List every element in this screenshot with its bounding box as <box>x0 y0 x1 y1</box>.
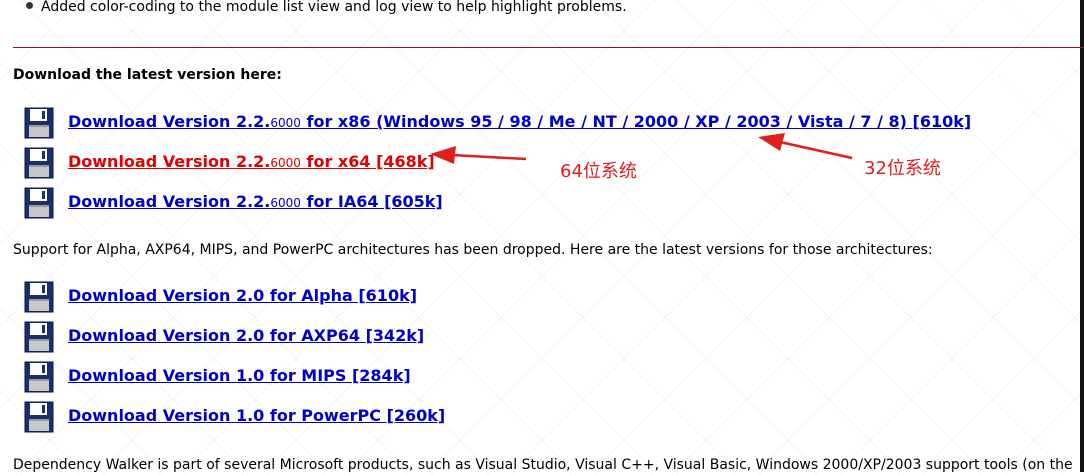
floppy-disk-icon <box>24 401 54 433</box>
annotation-arrowhead-x86 <box>758 133 785 151</box>
floppy-disk-icon <box>24 361 54 393</box>
version-suffix: for x86 (Windows 95 / 98 / Me / NT / 200… <box>300 112 972 131</box>
download-link-ia64[interactable]: Download Version 2.2.6000 for IA64 [605k… <box>68 192 443 213</box>
changelog-bullet: Added color-coding to the module list vi… <box>26 0 627 17</box>
version-build: 6000 <box>270 196 301 210</box>
annotation-label-x86: 32位系统 <box>864 158 941 179</box>
version-prefix: Download Version 2.2. <box>68 152 271 171</box>
version-prefix: Download Version 2.2. <box>68 112 271 131</box>
bullet-icon <box>26 2 33 9</box>
annotation-label-x64: 64位系统 <box>560 161 637 182</box>
annotation-arrow-x64 <box>451 153 527 161</box>
section-divider <box>13 47 1084 48</box>
version-build: 6000 <box>270 116 301 130</box>
download-heading: Download the latest version here: <box>13 67 282 83</box>
window-edge <box>1080 0 1084 472</box>
download-link-x86[interactable]: Download Version 2.2.6000 for x86 (Windo… <box>68 112 971 133</box>
footer-paragraph: Dependency Walker is part of several Mic… <box>13 457 1073 473</box>
version-prefix: Download Version 2.2. <box>68 192 271 211</box>
support-note: Support for Alpha, AXP64, MIPS, and Powe… <box>13 242 933 258</box>
floppy-disk-icon <box>24 187 54 219</box>
floppy-disk-icon <box>24 147 54 179</box>
floppy-disk-icon <box>24 281 54 313</box>
floppy-disk-icon <box>24 107 54 139</box>
download-link-powerpc[interactable]: Download Version 1.0 for PowerPC [260k] <box>68 406 445 426</box>
annotation-arrow-x86 <box>779 140 853 160</box>
floppy-disk-icon <box>24 321 54 353</box>
download-link-axp64[interactable]: Download Version 2.0 for AXP64 [342k] <box>68 326 424 346</box>
bullet-text: Added color-coding to the module list vi… <box>41 0 627 15</box>
download-link-alpha[interactable]: Download Version 2.0 for Alpha [610k] <box>68 286 417 306</box>
download-link-x64[interactable]: Download Version 2.2.6000 for x64 [468k] <box>68 152 435 173</box>
version-suffix: for x64 [468k] <box>300 152 435 171</box>
download-link-mips[interactable]: Download Version 1.0 for MIPS [284k] <box>68 366 411 386</box>
version-build: 6000 <box>270 156 301 170</box>
version-suffix: for IA64 [605k] <box>300 192 443 211</box>
